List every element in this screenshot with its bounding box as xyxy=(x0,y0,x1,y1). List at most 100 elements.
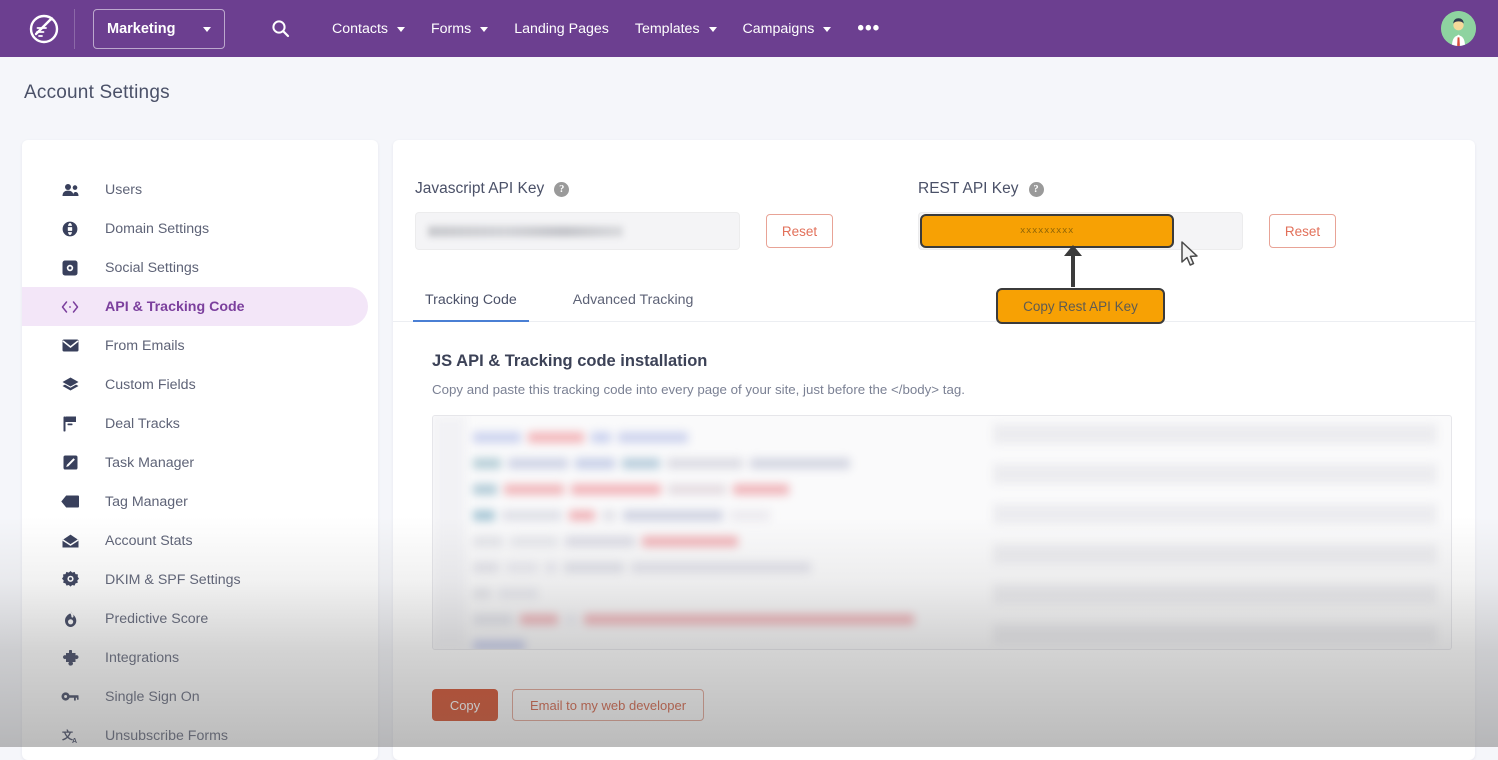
nav-item-label: Landing Pages xyxy=(514,21,609,37)
rest-api-key-label-text: REST API Key xyxy=(918,180,1019,198)
tooltip-arrow-icon xyxy=(1071,255,1075,287)
search-icon xyxy=(271,19,290,38)
code-brackets-icon xyxy=(60,297,80,317)
sidebar-item-label: Task Manager xyxy=(105,455,194,471)
app-logo[interactable] xyxy=(16,0,72,57)
tracking-code-actions: Copy Email to my web developer xyxy=(432,689,704,721)
sidebar-item-unsubscribe-forms[interactable]: 文A Unsubscribe Forms xyxy=(22,716,368,755)
sidebar-item-label: Tag Manager xyxy=(105,494,188,510)
rest-api-key-row: xxxxxxxxx Reset xyxy=(918,212,1336,250)
sidebar-item-users[interactable]: Users xyxy=(22,170,368,209)
puzzle-icon xyxy=(60,648,80,668)
sidebar-item-label: Single Sign On xyxy=(105,689,200,705)
sidebar-item-label: Unsubscribe Forms xyxy=(105,728,228,744)
sidebar-item-label: Domain Settings xyxy=(105,221,209,237)
tracking-code-blurred-content xyxy=(433,416,1451,649)
code-line-number-gutter xyxy=(433,416,465,649)
sidebar-item-api-tracking-code[interactable]: API & Tracking Code xyxy=(22,287,368,326)
copy-rest-api-key-tooltip: Copy Rest API Key xyxy=(996,288,1165,324)
flame-icon xyxy=(60,609,80,629)
javascript-api-key-masked-value xyxy=(428,226,623,237)
avatar[interactable] xyxy=(1441,11,1476,46)
javascript-api-key-reset-button[interactable]: Reset xyxy=(766,214,833,248)
tooltip-label: Copy Rest API Key xyxy=(1023,299,1138,314)
tab-tracking-code[interactable]: Tracking Code xyxy=(413,292,529,321)
social-share-icon xyxy=(60,258,80,278)
envelope-icon xyxy=(60,336,80,356)
sidebar-item-account-stats[interactable]: Account Stats xyxy=(22,521,368,560)
sidebar-item-tag-manager[interactable]: Tag Manager xyxy=(22,482,368,521)
main-nav-items: Contacts Forms Landing Pages Templates C… xyxy=(319,0,893,57)
copy-rest-api-key-highlight-button[interactable]: xxxxxxxxx xyxy=(920,214,1174,248)
rest-api-key-label: REST API Key ? xyxy=(918,180,1336,198)
api-keys-row: Javascript API Key ? Reset REST API Key … xyxy=(393,140,1475,250)
globe-icon xyxy=(60,219,80,239)
nav-item-label: Templates xyxy=(635,21,700,37)
javascript-api-key-row: Reset xyxy=(415,212,833,250)
nav-item-label: Campaigns xyxy=(743,21,815,37)
search-button[interactable] xyxy=(267,16,293,42)
sidebar-item-label: Integrations xyxy=(105,650,179,666)
sidebar-item-domain-settings[interactable]: Domain Settings xyxy=(22,209,368,248)
tracking-code-block[interactable] xyxy=(432,415,1452,650)
sidebar-item-predictive-score[interactable]: Predictive Score xyxy=(22,599,368,638)
chevron-down-icon xyxy=(203,27,211,32)
sidebar-item-integrations[interactable]: Integrations xyxy=(22,638,368,677)
copy-button[interactable]: Copy xyxy=(432,689,498,721)
rest-api-key-masked-value: xxxxxxxxx xyxy=(1020,226,1074,236)
key-icon xyxy=(60,687,80,707)
tag-icon xyxy=(60,492,80,512)
sidebar-item-label: From Emails xyxy=(105,338,185,354)
flag-icon xyxy=(60,414,80,434)
layers-icon xyxy=(60,375,80,395)
sidebar-item-label: Deal Tracks xyxy=(105,416,180,432)
pipeline-logo-icon xyxy=(29,14,59,44)
users-icon xyxy=(60,180,80,200)
svg-text:A: A xyxy=(72,738,77,744)
nav-item-label: Forms xyxy=(431,21,471,37)
nav-divider xyxy=(74,9,75,49)
sidebar-item-task-manager[interactable]: Task Manager xyxy=(22,443,368,482)
nav-item-contacts[interactable]: Contacts xyxy=(319,0,418,57)
open-envelope-icon xyxy=(60,531,80,551)
chevron-down-icon xyxy=(397,27,405,32)
sidebar-item-deal-tracks[interactable]: Deal Tracks xyxy=(22,404,368,443)
javascript-api-key-group: Javascript API Key ? Reset xyxy=(415,180,833,250)
app-switcher-button[interactable]: Marketing xyxy=(93,9,225,49)
nav-more-button[interactable]: ••• xyxy=(844,0,893,57)
nav-item-forms[interactable]: Forms xyxy=(418,0,501,57)
sidebar-item-custom-fields[interactable]: Custom Fields xyxy=(22,365,368,404)
email-to-web-developer-button[interactable]: Email to my web developer xyxy=(512,689,704,721)
app-switcher-label: Marketing xyxy=(107,21,176,37)
chevron-down-icon xyxy=(480,27,488,32)
nav-item-campaigns[interactable]: Campaigns xyxy=(730,0,845,57)
sidebar-item-label: Account Stats xyxy=(105,533,193,549)
rest-api-key-group: REST API Key ? xxxxxxxxx Reset xyxy=(918,180,1336,250)
section-title: JS API & Tracking code installation xyxy=(432,352,1475,371)
nav-item-templates[interactable]: Templates xyxy=(622,0,730,57)
javascript-api-key-label: Javascript API Key ? xyxy=(415,180,833,198)
tab-advanced-tracking[interactable]: Advanced Tracking xyxy=(561,292,706,321)
javascript-api-key-input[interactable] xyxy=(415,212,740,250)
chevron-down-icon xyxy=(709,27,717,32)
sidebar-item-from-emails[interactable]: From Emails xyxy=(22,326,368,365)
sidebar-item-dkim-spf-settings[interactable]: DKIM & SPF Settings xyxy=(22,560,368,599)
sidebar-item-social-settings[interactable]: Social Settings xyxy=(22,248,368,287)
section-subtitle: Copy and paste this tracking code into e… xyxy=(432,382,1475,397)
help-circle-icon[interactable]: ? xyxy=(554,182,569,197)
translate-icon: 文A xyxy=(60,726,80,746)
sidebar-item-label: DKIM & SPF Settings xyxy=(105,572,241,588)
help-circle-icon[interactable]: ? xyxy=(1029,182,1044,197)
gear-icon xyxy=(60,570,80,590)
javascript-api-key-label-text: Javascript API Key xyxy=(415,180,544,198)
nav-item-landing-pages[interactable]: Landing Pages xyxy=(501,0,622,57)
settings-sidebar: Users Domain Settings Social Settings AP… xyxy=(22,140,378,760)
sidebar-item-label: Predictive Score xyxy=(105,611,208,627)
rest-api-key-reset-button[interactable]: Reset xyxy=(1269,214,1336,248)
tracking-tabs: Tracking Code Advanced Tracking xyxy=(393,292,1475,322)
user-avatar-icon xyxy=(1441,11,1476,46)
page-title: Account Settings xyxy=(24,82,170,104)
code-row-stripes xyxy=(993,424,1437,650)
api-tracking-panel: Javascript API Key ? Reset REST API Key … xyxy=(393,140,1475,760)
sidebar-item-single-sign-on[interactable]: Single Sign On xyxy=(22,677,368,716)
